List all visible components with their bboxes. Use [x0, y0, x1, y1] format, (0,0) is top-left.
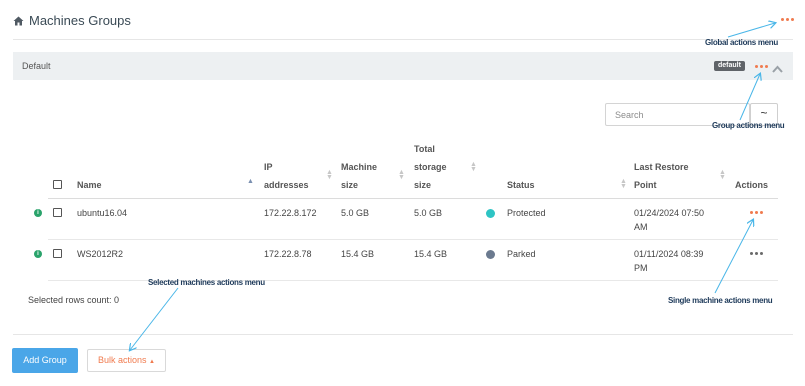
selected-rows-count: Selected rows count: 0: [28, 295, 120, 305]
footer-divider: [13, 334, 793, 335]
default-badge: default: [714, 61, 745, 71]
header-actions: Actions: [735, 180, 769, 190]
row-name[interactable]: WS2012R2: [77, 246, 123, 262]
header-name[interactable]: Name: [77, 176, 102, 194]
ellipsis-icon[interactable]: [750, 211, 763, 214]
row-restore-ampm: AM: [634, 222, 648, 232]
row-machine-size: 5.0 GB: [341, 208, 370, 218]
header-restore-line2[interactable]: Point: [634, 176, 657, 194]
callout-single-actions: Single machine actions menu: [668, 296, 773, 305]
home-icon: [13, 16, 24, 26]
sort-icon[interactable]: ▲ ▼: [719, 169, 726, 181]
group-actions-menu-icon[interactable]: [755, 65, 768, 68]
callout-group-actions: Group actions menu: [712, 121, 785, 130]
group-name: Default: [22, 61, 51, 71]
caret-up-icon: ▲: [149, 359, 155, 365]
global-actions-menu-icon[interactable]: [781, 18, 794, 21]
header-storage-line2[interactable]: storage: [414, 158, 447, 176]
header-size-line1[interactable]: Machine: [341, 158, 377, 176]
row-divider: [48, 239, 778, 240]
header-divider: [13, 39, 793, 40]
callout-selected-actions: Selected machines actions menu: [148, 278, 265, 287]
group-header[interactable]: [13, 52, 793, 80]
ellipsis-icon[interactable]: [750, 252, 763, 255]
page-title: Machines Groups: [13, 13, 131, 28]
arrow-single: [714, 220, 753, 294]
header-ip-line2[interactable]: addresses: [264, 176, 309, 194]
add-group-button[interactable]: Add Group: [12, 348, 78, 373]
arrow-global: [727, 23, 775, 38]
header-divider: [48, 198, 778, 199]
callout-global-actions: Global actions menu: [705, 38, 778, 47]
header-restore-line1[interactable]: Last Restore: [634, 158, 689, 176]
sort-icon[interactable]: ▲ ▼: [326, 169, 333, 181]
header-status[interactable]: Status: [507, 176, 535, 194]
row-total-storage: 5.0 GB: [414, 208, 443, 218]
bulk-actions-label: Bulk actions: [98, 355, 147, 365]
sort-icon[interactable]: ▲ ▼: [620, 178, 627, 190]
chevron-up-icon[interactable]: [772, 60, 783, 78]
bulk-actions-button[interactable]: Bulk actions ▲: [87, 349, 166, 372]
page-title-text: Machines Groups: [29, 13, 131, 28]
row-ip: 172.22.8.172: [264, 208, 317, 218]
info-icon[interactable]: i: [34, 250, 42, 258]
row-total-storage: 15.4 GB: [414, 249, 448, 259]
row-name[interactable]: ubuntu16.04: [77, 205, 127, 221]
header-ip-line1[interactable]: IP: [264, 158, 273, 176]
status-dot: [486, 209, 495, 218]
sort-icon[interactable]: ▲ ▼: [470, 161, 477, 173]
row-checkbox[interactable]: [53, 249, 62, 258]
sort-asc-icon[interactable]: ▲: [247, 178, 254, 185]
row-status: Protected: [507, 208, 546, 218]
select-all-checkbox[interactable]: [53, 180, 62, 189]
sort-icon[interactable]: ▲ ▼: [398, 169, 405, 181]
row-ip: 172.22.8.78: [264, 249, 312, 259]
arrow-selected: [130, 287, 179, 350]
row-restore-ampm: PM: [634, 263, 648, 273]
row-status: Parked: [507, 249, 536, 259]
status-dot: [486, 250, 495, 259]
header-storage-line3[interactable]: size: [414, 176, 431, 194]
header-storage-line1[interactable]: Total: [414, 140, 435, 158]
info-icon[interactable]: i: [34, 209, 42, 217]
row-machine-size: 15.4 GB: [341, 249, 375, 259]
header-size-line2[interactable]: size: [341, 176, 358, 194]
row-checkbox[interactable]: [53, 208, 62, 217]
